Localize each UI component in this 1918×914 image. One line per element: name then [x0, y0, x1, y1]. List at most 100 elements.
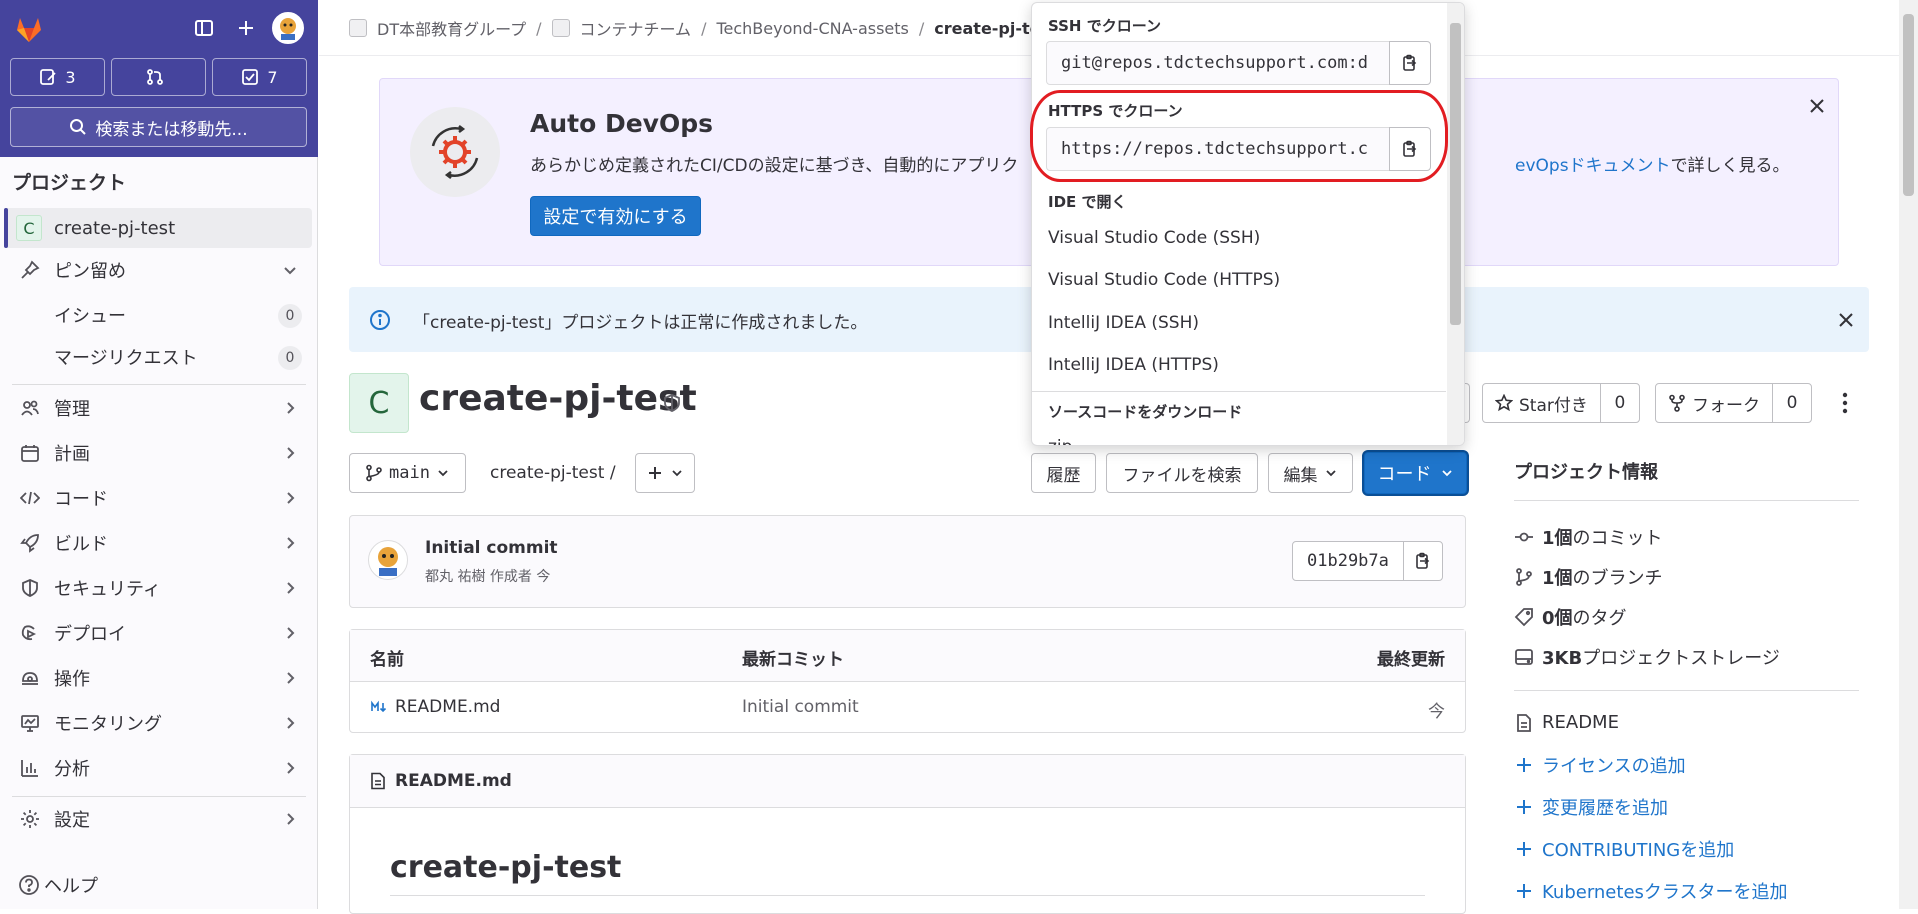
- storage-stat[interactable]: 3KBプロジェクトストレージ: [1514, 644, 1780, 670]
- edit-dropdown-button[interactable]: 編集: [1268, 453, 1353, 493]
- copy-icon: [1414, 552, 1432, 570]
- sidebar-item-analytics[interactable]: 分析: [4, 748, 312, 788]
- open-vscode-https[interactable]: Visual Studio Code (HTTPS): [1048, 270, 1280, 290]
- enable-in-settings-button[interactable]: 設定で有効にする: [530, 196, 701, 236]
- close-icon[interactable]: [1806, 95, 1828, 117]
- help-button[interactable]: ヘルプ: [18, 872, 98, 898]
- sidebar-item-label: コード: [54, 489, 108, 510]
- sidebar-toggle-icon[interactable]: [190, 14, 218, 42]
- merge-requests-counter[interactable]: [111, 58, 206, 96]
- sidebar-item-project[interactable]: C create-pj-test: [4, 208, 312, 248]
- readme-filename[interactable]: README.md: [395, 771, 512, 791]
- sidebar-item-plan[interactable]: 計画: [4, 433, 312, 473]
- tags-stat[interactable]: 0個のタグ: [1514, 604, 1627, 630]
- file-name-link[interactable]: README.md: [395, 697, 500, 717]
- sidebar-item-settings[interactable]: 設定: [4, 799, 312, 839]
- dropdown-scrollbar-thumb[interactable]: [1450, 23, 1461, 325]
- column-header-last-update: 最終更新: [1377, 650, 1445, 670]
- todos-counter[interactable]: 7: [212, 58, 307, 96]
- clone-dropdown: SSH でクローン git@repos.tdctechsupport.com:d…: [1031, 2, 1465, 446]
- copy-sha-button[interactable]: [1404, 542, 1442, 580]
- add-changelog-link[interactable]: 変更履歴を追加: [1514, 794, 1668, 820]
- devops-docs-link[interactable]: evOpsドキュメント: [1515, 156, 1671, 176]
- open-in-ide-label: IDE で開く: [1048, 193, 1127, 211]
- breadcrumb-item[interactable]: コンテナチーム: [580, 16, 692, 40]
- fork-button[interactable]: フォーク 0: [1655, 383, 1812, 423]
- plus-icon: [1514, 797, 1534, 817]
- open-intellij-ssh[interactable]: IntelliJ IDEA (SSH): [1048, 313, 1199, 333]
- commit-title[interactable]: Initial commit: [425, 538, 558, 558]
- sidebar-item-pinned[interactable]: ピン留め: [4, 250, 312, 290]
- sidebar-item-label: create-pj-test: [54, 217, 176, 239]
- add-contributing-link[interactable]: CONTRIBUTINGを追加: [1514, 836, 1734, 862]
- plus-icon: [1514, 755, 1534, 775]
- open-vscode-ssh[interactable]: Visual Studio Code (SSH): [1048, 228, 1260, 248]
- open-intellij-https[interactable]: IntelliJ IDEA (HTTPS): [1048, 355, 1219, 375]
- sidebar-item-code[interactable]: コード: [4, 478, 312, 518]
- star-count[interactable]: 0: [1601, 384, 1639, 422]
- breadcrumb-item[interactable]: DT本部教育グループ: [377, 16, 526, 40]
- document-icon: [1514, 713, 1534, 733]
- page-scrollbar[interactable]: [1899, 0, 1918, 909]
- copy-ssh-url-button[interactable]: [1389, 41, 1431, 85]
- commit-author[interactable]: 都丸 祐樹: [425, 569, 485, 585]
- project-avatar: C: [349, 373, 409, 433]
- find-file-button[interactable]: ファイルを検索: [1106, 453, 1258, 493]
- sidebar: 3 7 検索または移動先... プロジェクト C create-pj-test …: [0, 0, 318, 909]
- sidebar-section-title: プロジェクト: [12, 172, 127, 194]
- project-info-title: プロジェクト情報: [1514, 462, 1658, 483]
- commits-stat[interactable]: 1個のコミット: [1514, 524, 1663, 550]
- sidebar-item-security[interactable]: セキュリティ: [4, 568, 312, 608]
- readme-link[interactable]: README: [1514, 712, 1619, 733]
- download-source-label: ソースコードをダウンロード: [1048, 403, 1243, 421]
- close-icon[interactable]: [1835, 309, 1857, 331]
- project-avatar-small: C: [16, 215, 42, 241]
- sidebar-item-monitor[interactable]: モニタリング: [4, 703, 312, 743]
- gitlab-logo-icon[interactable]: [14, 14, 44, 44]
- issues-counter[interactable]: 3: [10, 58, 105, 96]
- star-button[interactable]: Star付き 0: [1482, 383, 1640, 423]
- chevron-right-icon: [282, 445, 298, 461]
- sidebar-item-label: モニタリング: [54, 714, 162, 735]
- chevron-right-icon: [282, 715, 298, 731]
- sidebar-item-label: ピン留め: [54, 261, 126, 282]
- plus-icon: [1514, 881, 1534, 901]
- branch-selector[interactable]: main: [349, 453, 466, 493]
- add-file-dropdown[interactable]: [635, 453, 695, 493]
- ssh-url-field[interactable]: git@repos.tdctechsupport.com:d: [1046, 41, 1390, 85]
- add-kubernetes-link[interactable]: Kubernetesクラスターを追加: [1514, 878, 1788, 904]
- sidebar-item-operate[interactable]: 操作: [4, 658, 312, 698]
- branches-stat[interactable]: 1個のブランチ: [1514, 564, 1663, 590]
- breadcrumb-item[interactable]: TechBeyond-CNA-assets: [716, 19, 908, 38]
- commit-author-avatar[interactable]: [368, 540, 408, 580]
- sidebar-item-issues[interactable]: イシュー 0: [4, 295, 312, 335]
- sidebar-item-manage[interactable]: 管理: [4, 388, 312, 428]
- file-table: 名前 最新コミット 最終更新 README.md Initial commit …: [349, 629, 1466, 733]
- download-zip[interactable]: zip: [1048, 437, 1072, 445]
- more-actions-icon[interactable]: [1835, 390, 1855, 416]
- sidebar-item-merge-requests[interactable]: マージリクエスト 0: [4, 337, 312, 377]
- chevron-right-icon: [282, 490, 298, 506]
- sidebar-item-label: デプロイ: [54, 624, 126, 645]
- plus-icon[interactable]: [232, 14, 260, 42]
- repo-path: create-pj-test /: [490, 463, 616, 483]
- divider: [12, 796, 306, 797]
- sidebar-item-build[interactable]: ビルド: [4, 523, 312, 563]
- dropdown-scrollbar[interactable]: [1447, 3, 1464, 445]
- add-license-link[interactable]: ライセンスの追加: [1514, 752, 1686, 778]
- sidebar-item-deploy[interactable]: デプロイ: [4, 613, 312, 653]
- code-dropdown-button[interactable]: コード: [1364, 452, 1467, 494]
- file-last-commit[interactable]: Initial commit: [742, 697, 859, 717]
- breadcrumb: DT本部教育グループ / コンテナチーム / TechBeyond-CNA-as…: [349, 16, 1058, 40]
- divider: [12, 384, 306, 385]
- scrollbar-thumb[interactable]: [1903, 14, 1914, 196]
- fork-count[interactable]: 0: [1773, 384, 1811, 422]
- user-avatar[interactable]: [272, 12, 304, 44]
- info-icon: [369, 309, 391, 331]
- divider: [1514, 500, 1859, 501]
- search-button[interactable]: 検索または移動先...: [10, 107, 307, 147]
- chevron-down-icon: [282, 262, 298, 278]
- file-last-update: 今: [1428, 702, 1445, 722]
- history-button[interactable]: 履歴: [1031, 453, 1096, 493]
- commit-sha[interactable]: 01b29b7a: [1293, 542, 1404, 580]
